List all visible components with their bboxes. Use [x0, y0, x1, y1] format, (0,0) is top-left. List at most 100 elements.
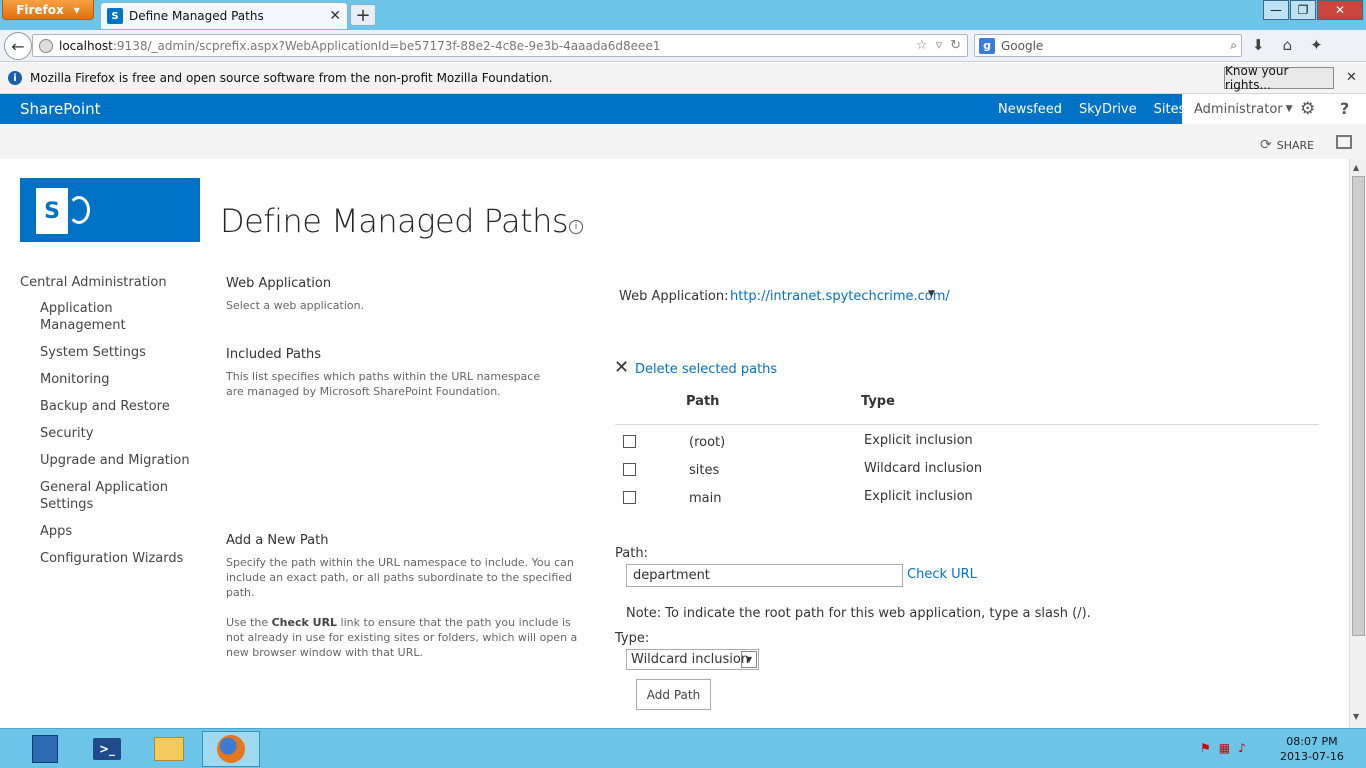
nav-item-configuration-wizards[interactable]: Configuration Wizards: [40, 550, 210, 567]
scroll-thumb[interactable]: [1352, 176, 1365, 636]
suite-bar: SharePoint Newsfeed SkyDrive Sites Admin…: [0, 94, 1366, 128]
bookmark-star-icon[interactable]: ☆: [916, 38, 928, 53]
path-label: Path:: [615, 546, 648, 561]
powershell-icon: >_: [93, 738, 121, 760]
delete-icon[interactable]: ✕: [614, 357, 629, 378]
table-row: sites Wildcard inclusion: [615, 461, 1319, 489]
know-your-rights-button[interactable]: Know your rights...: [1224, 64, 1334, 92]
window-close-button[interactable]: ✕: [1317, 0, 1363, 20]
user-menu[interactable]: Administrator ▼: [1182, 94, 1294, 124]
clock-date: 2013-07-16: [1280, 750, 1344, 763]
back-button[interactable]: ←: [4, 32, 32, 60]
column-header-type: Type: [861, 394, 895, 409]
nav-item-system-settings[interactable]: System Settings: [40, 344, 210, 361]
row-checkbox[interactable]: [623, 463, 636, 476]
firefox-icon: [217, 735, 245, 763]
firefox-menu-button[interactable]: Firefox ▾: [2, 0, 94, 20]
left-nav-heading[interactable]: Central Administration: [20, 275, 210, 290]
section-description-check-url: Use the Check URL link to ensure that th…: [226, 616, 578, 659]
nav-item-application-management[interactable]: Application Management: [40, 300, 150, 334]
type-select-value: Wildcard inclusion: [631, 652, 750, 667]
close-icon[interactable]: ✕: [1346, 70, 1357, 85]
share-button[interactable]: ⟳ SHARE: [1260, 137, 1314, 153]
column-header-path: Path: [686, 394, 720, 409]
google-icon[interactable]: g: [979, 37, 995, 54]
section-title: Add a New Path: [226, 533, 329, 548]
system-clock[interactable]: 08:07 PM 2013-07-16: [1280, 734, 1344, 764]
sharepoint-s-icon: S: [36, 188, 68, 234]
chevron-down-icon: ▼: [1285, 104, 1293, 114]
row-checkbox[interactable]: [623, 491, 636, 504]
focus-on-content-icon[interactable]: [1336, 135, 1352, 149]
info-icon[interactable]: i: [569, 220, 583, 234]
path-input[interactable]: [626, 564, 903, 587]
web-application-selector[interactable]: http://intranet.spytechcrime.com/: [730, 289, 950, 304]
type-select[interactable]: Wildcard inclusion ▼: [626, 649, 759, 670]
dropdown-arrow-icon[interactable]: ▿: [936, 38, 943, 53]
sharepoint-logo[interactable]: S: [20, 178, 200, 242]
add-path-button[interactable]: Add Path: [636, 679, 711, 710]
chevron-down-icon[interactable]: ▼: [741, 651, 757, 668]
notification-bar: i Mozilla Firefox is free and open sourc…: [0, 63, 1366, 94]
bookmarks-icon[interactable]: ✦: [1310, 36, 1323, 54]
close-icon[interactable]: ✕: [329, 8, 341, 24]
search-bar[interactable]: g Google ⌕: [974, 34, 1242, 57]
root-path-note: Note: To indicate the root path for this…: [626, 606, 1091, 621]
section-description: This list specifies which paths within t…: [226, 370, 541, 398]
url-bar[interactable]: localhost :9138/_admin/scprefix.aspx?Web…: [32, 34, 968, 57]
row-path: (root): [689, 435, 726, 450]
add-path-section: Add a New Path Specify the path within t…: [226, 533, 586, 660]
server-manager-icon: [32, 735, 58, 763]
browser-tab[interactable]: S Define Managed Paths ✕: [100, 2, 348, 29]
firefox-menu-label: Firefox: [16, 2, 64, 17]
user-name: Administrator: [1194, 101, 1283, 117]
sharepoint-favicon-icon: S: [107, 8, 123, 24]
browser-tab-bar: Firefox ▾ S Define Managed Paths ✕ + — ❐…: [0, 0, 1366, 30]
help-icon[interactable]: ?: [1340, 99, 1349, 118]
tab-title: Define Managed Paths: [129, 9, 264, 23]
row-type: Explicit inclusion: [864, 433, 973, 448]
taskbar-powershell[interactable]: >_: [78, 731, 136, 767]
window-minimize-button[interactable]: —: [1263, 0, 1289, 20]
table-row: (root) Explicit inclusion: [615, 433, 1319, 461]
nav-item-apps[interactable]: Apps: [40, 523, 210, 540]
taskbar-server-manager[interactable]: [16, 731, 74, 767]
page-title: Define Managed Paths: [220, 202, 569, 240]
delete-selected-paths-link[interactable]: Delete selected paths: [635, 362, 777, 377]
info-icon: i: [8, 71, 22, 85]
section-title: Included Paths: [226, 347, 322, 362]
included-paths-section: Included Paths This list specifies which…: [226, 347, 556, 399]
row-checkbox[interactable]: [623, 435, 636, 448]
nav-item-general-application-settings[interactable]: General Application Settings: [40, 479, 170, 513]
row-type: Explicit inclusion: [864, 489, 973, 504]
scroll-down-icon[interactable]: ▼: [1353, 712, 1359, 721]
table-row: main Explicit inclusion: [615, 489, 1319, 517]
section-title: Web Application: [226, 276, 332, 291]
chevron-down-icon: ▾: [73, 2, 80, 17]
reload-icon[interactable]: ↻: [950, 38, 961, 53]
home-icon[interactable]: ⌂: [1283, 36, 1293, 54]
folder-icon: [154, 737, 184, 761]
nav-item-monitoring[interactable]: Monitoring: [40, 371, 210, 388]
nav-item-security[interactable]: Security: [40, 425, 210, 442]
nav-item-backup-restore[interactable]: Backup and Restore: [40, 398, 210, 415]
page-scrollbar[interactable]: ▲ ▼: [1349, 159, 1366, 728]
scroll-up-icon[interactable]: ▲: [1353, 163, 1359, 172]
search-icon[interactable]: ⌕: [1230, 38, 1237, 53]
volume-icon[interactable]: ♪: [1238, 741, 1246, 755]
sharepoint-brand-link[interactable]: SharePoint: [20, 100, 101, 118]
flag-icon[interactable]: ⚑: [1200, 741, 1211, 755]
url-path: :9138/_admin/scprefix.aspx?WebApplicatio…: [112, 38, 661, 53]
gear-icon[interactable]: ⚙: [1300, 99, 1315, 119]
taskbar-file-explorer[interactable]: [140, 731, 198, 767]
new-tab-button[interactable]: +: [350, 4, 376, 26]
window-restore-button[interactable]: ❐: [1290, 0, 1316, 20]
download-icon[interactable]: ⬇: [1252, 36, 1265, 54]
chevron-down-icon[interactable]: ▼: [928, 289, 935, 299]
url-host: localhost: [59, 38, 113, 53]
network-icon[interactable]: ▦: [1219, 741, 1230, 755]
clock-time: 08:07 PM: [1286, 735, 1338, 748]
nav-item-upgrade-migration[interactable]: Upgrade and Migration: [40, 452, 210, 469]
taskbar-firefox[interactable]: [202, 731, 260, 767]
check-url-link[interactable]: Check URL: [907, 567, 977, 582]
